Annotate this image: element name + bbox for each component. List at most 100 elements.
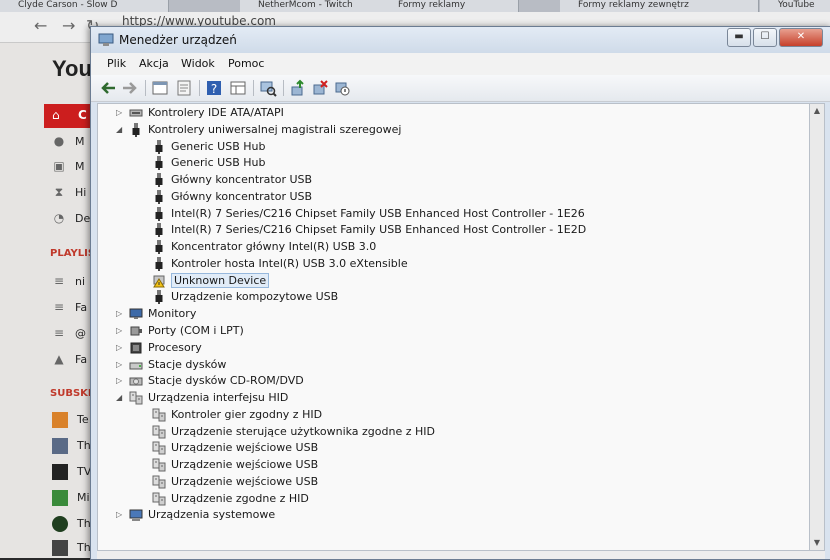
uninstall-icon[interactable] — [311, 79, 329, 97]
collapse-icon[interactable]: ◢ — [116, 393, 124, 402]
thumbs-up-icon: ▲ — [54, 352, 64, 366]
tree-device[interactable]: Urządzenie wejściowe USB — [152, 457, 830, 474]
tree-device[interactable]: Główny koncentrator USB — [152, 189, 830, 206]
expand-icon[interactable]: ▷ — [116, 510, 124, 519]
sidebar-item[interactable]: ● M — [52, 134, 92, 154]
tree-category[interactable]: ▷ Urządzenia systemowe — [116, 507, 796, 524]
expand-icon[interactable]: ▷ — [116, 108, 124, 117]
usb-icon — [152, 206, 166, 221]
tree-device[interactable]: Intel(R) 7 Series/C216 Chipset Family US… — [152, 222, 830, 239]
tree-device[interactable]: Urządzenie wejściowe USB — [152, 440, 830, 457]
expand-icon[interactable]: ▷ — [116, 326, 124, 335]
hid-icon — [152, 492, 166, 506]
expand-icon[interactable]: ▷ — [116, 376, 124, 385]
tree-device[interactable]: Koncentrator główny Intel(R) USB 3.0 — [152, 239, 830, 256]
sidebar-item[interactable]: ◔ De — [52, 211, 92, 231]
tree-device[interactable]: Generic USB Hub — [152, 139, 830, 156]
toolbar-separator — [199, 80, 200, 96]
expand-icon[interactable]: ▷ — [116, 309, 124, 318]
channel-avatar — [52, 490, 68, 506]
subscription-item[interactable]: Th — [52, 540, 92, 560]
tree-device[interactable]: Kontroler hosta Intel(R) USB 3.0 eXtensi… — [152, 256, 830, 273]
tree-device[interactable]: Kontroler gier zgodny z HID — [152, 407, 830, 424]
subscription-item[interactable]: Te — [52, 412, 92, 432]
tree-item-label: Kontroler gier zgodny z HID — [171, 407, 323, 421]
browser-tab[interactable]: Clyde Carson - Slow D — [0, 0, 169, 12]
playlist-item[interactable]: ≡ ni — [52, 274, 92, 294]
disk-drive-icon — [129, 358, 143, 372]
disable-icon[interactable] — [333, 79, 351, 97]
tree-item-label: Urządzenia interfejsu HID — [148, 391, 289, 405]
collapse-icon[interactable]: ◢ — [116, 125, 124, 134]
expand-icon[interactable]: ▷ — [116, 343, 124, 352]
expand-icon[interactable]: ▷ — [116, 360, 124, 369]
scan-hardware-icon[interactable] — [259, 79, 277, 97]
usb-icon — [152, 139, 166, 154]
tree-device[interactable]: Urządzenie wejściowe USB — [152, 474, 830, 491]
tree-item-label: Monitory — [148, 307, 197, 321]
tree-device[interactable]: Główny koncentrator USB — [152, 172, 830, 189]
tree-device[interactable]: Generic USB Hub — [152, 155, 830, 172]
tree-category[interactable]: ▷ Procesory — [116, 340, 796, 357]
list-icon: ≡ — [53, 274, 65, 288]
tree-device[interactable]: Intel(R) 7 Series/C216 Chipset Family US… — [152, 206, 830, 223]
subscription-item[interactable]: Mi — [52, 490, 92, 510]
forward-arrow-icon[interactable]: → — [62, 16, 75, 35]
forward-icon[interactable] — [121, 79, 139, 97]
close-button[interactable]: ✕ — [779, 28, 823, 47]
playlist-item[interactable]: ≡ @ — [52, 326, 92, 346]
tree-category[interactable]: ◢ Kontrolery uniwersalnej magistrali szer… — [116, 122, 796, 139]
tree-category[interactable]: ▷ Monitory — [116, 306, 796, 323]
home-icon: ⌂ — [52, 108, 60, 122]
usb-icon — [152, 223, 166, 238]
svg-text:?: ? — [211, 82, 217, 96]
tree-item-label: Urządzenie sterujące użytkownika zgodne … — [171, 424, 435, 438]
browser-tab[interactable]: Formy reklamy — [380, 0, 519, 12]
browser-tab[interactable]: YouTube — [760, 0, 830, 12]
tree-device[interactable]: Unknown Device — [152, 272, 830, 290]
tree-category[interactable]: ▷ Porty (COM i LPT) — [116, 323, 796, 340]
scroll-down-icon[interactable]: ▼ — [810, 536, 824, 550]
update-driver-icon[interactable] — [289, 79, 307, 97]
tree-item-label: Generic USB Hub — [171, 156, 266, 170]
back-icon[interactable] — [99, 79, 117, 97]
menu-action[interactable]: Akcja — [139, 57, 169, 70]
tree-category[interactable]: ▷ Stacje dysków CD-ROM/DVD — [116, 373, 796, 390]
channel-avatar — [52, 438, 68, 454]
subscription-item[interactable]: Th — [52, 438, 92, 458]
hid-icon — [152, 475, 166, 489]
tree-item-label: Kontrolery IDE ATA/ATAPI — [148, 106, 284, 119]
sidebar-item[interactable]: ▣ M — [52, 159, 92, 179]
sidebar-item[interactable]: ⧗ Hi — [52, 185, 92, 205]
properties-icon[interactable] — [175, 79, 193, 97]
subscription-item[interactable]: TV — [52, 464, 92, 484]
tree-category[interactable]: ▷ Stacje dysków — [116, 357, 796, 374]
channel-avatar — [52, 516, 68, 532]
view-icon[interactable] — [229, 79, 247, 97]
browser-tab[interactable]: Formy reklamy zewnętrz — [560, 0, 759, 12]
menu-help[interactable]: Pomoc — [228, 57, 264, 70]
vertical-scrollbar[interactable]: ▲ ▼ — [809, 103, 825, 551]
tree-device[interactable]: Urządzenie sterujące użytkownika zgodne … — [152, 424, 830, 441]
menu-file[interactable]: Plik — [107, 57, 126, 70]
playlist-item[interactable]: ≡ Fa — [52, 300, 92, 320]
maximize-button[interactable]: ☐ — [753, 28, 777, 47]
show-hide-icon[interactable] — [151, 79, 169, 97]
tree-item-label: Intel(R) 7 Series/C216 Chipset Family US… — [171, 223, 587, 237]
help-icon[interactable]: ? — [205, 79, 223, 97]
browser-tab[interactable]: NetherMcom - Twitch — [240, 0, 389, 12]
subscription-item[interactable]: Th — [52, 516, 92, 536]
title-bar[interactable]: Menedżer urządzeń ▬ ☐ ✕ — [91, 27, 830, 53]
tree-item-label: Urządzenie wejściowe USB — [171, 458, 319, 472]
tree-category[interactable]: ◢ Urządzenia interfejsu HID — [116, 390, 796, 407]
tree-device[interactable]: Urządzenie kompozytowe USB — [152, 289, 830, 306]
back-arrow-icon[interactable]: ← — [34, 16, 47, 35]
scroll-up-icon[interactable]: ▲ — [810, 104, 824, 118]
minimize-button[interactable]: ▬ — [727, 28, 751, 47]
sidebar-item-home[interactable]: ⌂ C — [44, 104, 94, 128]
playlist-item[interactable]: ▲ Fa — [52, 352, 92, 372]
menu-bar: Plik Akcja Widok Pomoc — [91, 53, 830, 76]
tree-device[interactable]: Urządzenie zgodne z HID — [152, 491, 830, 508]
tree-category[interactable]: ▷ Kontrolery IDE ATA/ATAPI — [116, 105, 796, 122]
menu-view[interactable]: Widok — [181, 57, 215, 70]
